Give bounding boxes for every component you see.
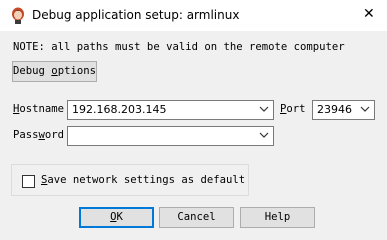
password-combobox[interactable] xyxy=(67,126,274,146)
password-label-pre: Pass xyxy=(13,129,39,141)
chevron-down-icon[interactable] xyxy=(259,106,269,113)
chevron-down-icon[interactable] xyxy=(360,106,370,113)
save-settings-label-post: ave network settings as default xyxy=(47,174,246,186)
port-value: 23946 xyxy=(317,103,352,116)
hostname-value: 192.168.203.145 xyxy=(72,103,167,116)
window-title: Debug application setup: armlinux xyxy=(32,8,240,22)
ok-button[interactable]: OK xyxy=(79,207,154,228)
password-label-post: ord xyxy=(44,129,65,141)
debug-options-label-post: ptions xyxy=(57,65,96,77)
port-combobox[interactable]: 23946 xyxy=(312,100,375,120)
debug-options-label-pre: Debug xyxy=(13,65,52,77)
save-settings-label[interactable]: Save network settings as default xyxy=(41,174,245,186)
title-bar: Debug application setup: armlinux ✕ xyxy=(0,0,387,31)
app-icon xyxy=(12,7,24,24)
cancel-button[interactable]: Cancel xyxy=(159,207,234,228)
hostname-combobox[interactable]: 192.168.203.145 xyxy=(67,100,274,120)
save-settings-group: Save network settings as default xyxy=(11,164,249,196)
password-label: Password xyxy=(13,129,64,141)
chevron-down-icon[interactable] xyxy=(259,132,269,139)
port-label-post: ort xyxy=(286,103,306,115)
ok-label-post: K xyxy=(116,211,123,223)
help-label: Help xyxy=(264,211,291,223)
hostname-label: Hostname xyxy=(13,103,64,115)
save-settings-checkbox[interactable] xyxy=(22,175,35,188)
note-text: NOTE: all paths must be valid on the rem… xyxy=(13,41,345,53)
port-label: Port xyxy=(280,103,306,115)
cancel-label: Cancel xyxy=(177,211,216,223)
hostname-label-post: ostname xyxy=(19,103,65,115)
close-icon[interactable]: ✕ xyxy=(363,6,375,22)
debug-options-button[interactable]: Debug options xyxy=(12,61,97,82)
help-button[interactable]: Help xyxy=(240,207,315,228)
